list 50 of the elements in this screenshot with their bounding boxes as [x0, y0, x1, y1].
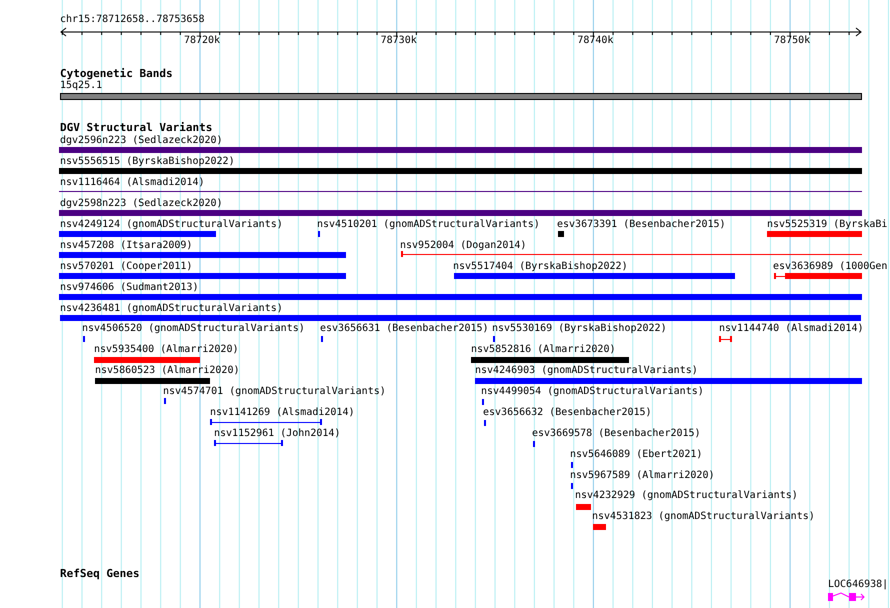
- variant-label: nsv5646089 (Ebert2021): [570, 449, 702, 461]
- variant-label: nsv570201 (Cooper2011): [60, 261, 192, 273]
- variant-label: esv3656632 (Besenbacher2015): [483, 407, 652, 419]
- variant-label: nsv1152961 (John2014): [214, 428, 340, 440]
- variant-label: nsv4506520 (gnomADStructuralVariants): [82, 323, 305, 335]
- band-label: 15q25.1: [60, 80, 102, 92]
- location-label: chr15:78712658..78753658: [60, 14, 204, 26]
- variant-label: dgv2596n223 (Sedlazeck2020): [60, 135, 223, 147]
- variant-interval[interactable]: [214, 440, 283, 446]
- ruler-tick-label: 78720k: [182, 35, 222, 47]
- variant-label: nsv5860523 (Almarri2020): [95, 365, 240, 377]
- variant-label: nsv4249124 (gnomADStructuralVariants): [60, 219, 283, 231]
- gene-drawing[interactable]: [828, 592, 866, 602]
- variant-label: nsv4236481 (gnomADStructuralVariants): [60, 303, 283, 315]
- variant-label: nsv5525319 (ByrskaBi: [767, 219, 888, 231]
- variant-interval[interactable]: [210, 419, 322, 425]
- variant-label: esv3669578 (Besenbacher2015): [532, 428, 701, 440]
- variant-label: nsv952004 (Dogan2014): [400, 240, 526, 252]
- variant-label: nsv1141269 (Alsmadi2014): [210, 407, 354, 419]
- variant-label: nsv4510201 (gnomADStructuralVariants): [317, 219, 540, 231]
- gene-label: LOC646938|: [828, 579, 888, 591]
- variant-line[interactable]: [59, 191, 862, 192]
- variant-interval[interactable]: [719, 336, 732, 342]
- variant-label: nsv5967589 (Almarri2020): [570, 470, 714, 482]
- ruler-tick-label: 78730k: [380, 35, 418, 47]
- track-title: Cytogenetic Bands: [60, 67, 173, 80]
- variant-label: nsv5517404 (ByrskaBishop2022): [453, 261, 628, 273]
- variant-label: nsv5852816 (Almarri2020): [471, 344, 616, 356]
- variant-label: nsv5935400 (Almarri2020): [94, 344, 238, 356]
- variant-label: nsv4499054 (gnomADStructuralVariants): [481, 386, 704, 398]
- variant-label: nsv4232929 (gnomADStructuralVariants): [575, 490, 798, 502]
- ruler-tick-label: 78740k: [576, 35, 614, 47]
- variant-label: nsv4574701 (gnomADStructuralVariants): [163, 386, 386, 398]
- variant-bar[interactable]: [774, 273, 862, 279]
- track-title: RefSeq Genes: [60, 567, 140, 580]
- variant-interval[interactable]: [401, 251, 862, 257]
- variant-label: nsv5530169 (ByrskaBishop2022): [492, 323, 667, 335]
- variant-label: esv3656631 (Besenbacher2015): [320, 323, 489, 335]
- track-title: DGV Structural Variants: [60, 121, 212, 134]
- variant-label: nsv4246903 (gnomADStructuralVariants): [475, 365, 698, 377]
- variant-label: nsv457208 (Itsara2009): [60, 240, 192, 252]
- variant-label: nsv1116464 (Alsmadi2014): [60, 177, 204, 189]
- variant-label: esv3636989 (1000Gen: [773, 261, 888, 273]
- variant-label: esv3673391 (Besenbacher2015): [557, 219, 726, 231]
- variant-label: dgv2598n223 (Sedlazeck2020): [60, 198, 223, 210]
- ruler-tick-label: 78750k: [773, 35, 812, 47]
- variant-label: nsv4531823 (gnomADStructuralVariants): [592, 511, 815, 523]
- variant-label: nsv1144740 (Alsmadi2014): [719, 323, 864, 335]
- variant-label: nsv5556515 (ByrskaBishop2022): [60, 156, 235, 168]
- variant-label: nsv974606 (Sudmant2013): [60, 282, 198, 294]
